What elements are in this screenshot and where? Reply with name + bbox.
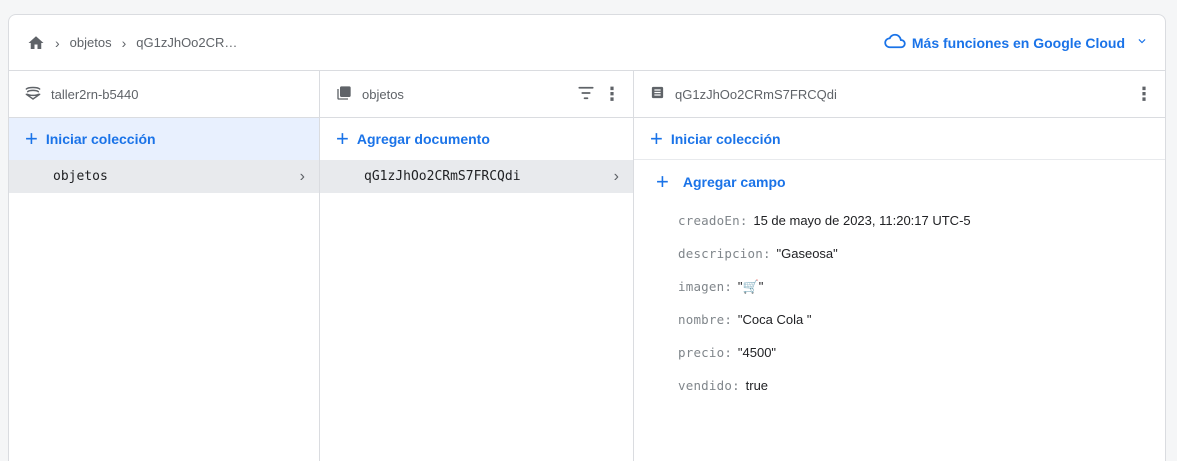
collection-header-actions: ⋮ bbox=[577, 85, 621, 103]
field-key: nombre bbox=[678, 312, 725, 327]
data-columns: taller2rn-b5440 + Iniciar colección obje… bbox=[9, 71, 1165, 461]
field-value: 15 de mayo de 2023, 11:20:17 UTC-5 bbox=[753, 213, 971, 228]
breadcrumb-chevron-icon: › bbox=[121, 34, 127, 51]
field-separator: : bbox=[724, 279, 732, 294]
field-separator: : bbox=[732, 378, 740, 393]
document-header-actions: ⋮ bbox=[1135, 85, 1153, 103]
document-icon bbox=[650, 85, 665, 103]
field-separator: : bbox=[724, 312, 732, 327]
filter-icon[interactable] bbox=[577, 86, 595, 103]
document-title: qG1zJhOo2CRmS7FRCQdi bbox=[675, 86, 837, 102]
plus-icon: + bbox=[336, 126, 349, 151]
list-item[interactable]: qG1zJhOo2CRmS7FRCQdi › bbox=[320, 160, 633, 193]
add-field-button[interactable]: + Agregar campo bbox=[634, 160, 1165, 204]
more-vert-icon[interactable]: ⋮ bbox=[1135, 85, 1153, 103]
field-separator: : bbox=[762, 246, 771, 261]
database-icon bbox=[25, 86, 41, 103]
field-key: descripcion bbox=[678, 246, 763, 261]
add-field-label: Agregar campo bbox=[682, 174, 786, 190]
plus-icon: + bbox=[25, 126, 38, 151]
firestore-panel: › objetos › qG1zJhOo2CR… Más funciones e… bbox=[8, 14, 1166, 461]
start-collection-button[interactable]: + Iniciar colección bbox=[9, 118, 319, 160]
document-column: qG1zJhOo2CRmS7FRCQdi ⋮ + Iniciar colecci… bbox=[634, 71, 1165, 461]
root-column-header: taller2rn-b5440 bbox=[9, 71, 319, 118]
field-value: "Coca Cola " bbox=[737, 312, 812, 327]
breadcrumb-item-collection[interactable]: objetos bbox=[70, 35, 112, 50]
collection-column: objetos ⋮ + Agregar documento qG1zJhOo2C… bbox=[320, 71, 634, 461]
top-bar: › objetos › qG1zJhOo2CR… Más funciones e… bbox=[9, 15, 1165, 71]
field-key: imagen bbox=[678, 279, 725, 294]
field-row[interactable]: vendido: true bbox=[634, 369, 1165, 402]
field-row[interactable]: nombre: "Coca Cola " bbox=[634, 303, 1165, 336]
chevron-down-icon bbox=[1135, 34, 1149, 51]
document-id: qG1zJhOo2CRmS7FRCQdi bbox=[364, 169, 521, 184]
document-column-header: qG1zJhOo2CRmS7FRCQdi ⋮ bbox=[634, 71, 1165, 118]
field-separator: : bbox=[739, 213, 748, 228]
collection-name: objetos bbox=[53, 169, 108, 184]
field-value: true bbox=[745, 378, 769, 393]
plus-icon: + bbox=[656, 169, 669, 194]
field-row[interactable]: descripcion: "Gaseosa" bbox=[634, 237, 1165, 270]
chevron-right-icon: › bbox=[299, 167, 305, 185]
list-item[interactable]: objetos › bbox=[9, 160, 319, 193]
chevron-right-icon: › bbox=[613, 167, 619, 185]
add-document-label: Agregar documento bbox=[356, 131, 490, 147]
field-list: creadoEn: 15 de mayo de 2023, 11:20:17 U… bbox=[634, 204, 1165, 402]
google-cloud-link[interactable]: Más funciones en Google Cloud bbox=[884, 33, 1149, 52]
field-row[interactable]: imagen: "🛒" bbox=[634, 270, 1165, 303]
breadcrumb: › objetos › qG1zJhOo2CR… bbox=[27, 34, 237, 52]
add-document-button[interactable]: + Agregar documento bbox=[320, 118, 633, 160]
collection-column-header: objetos ⋮ bbox=[320, 71, 633, 118]
start-collection-label: Iniciar colección bbox=[45, 131, 156, 147]
google-cloud-link-label: Más funciones en Google Cloud bbox=[911, 34, 1125, 51]
collection-icon bbox=[336, 85, 352, 104]
cloud-icon bbox=[884, 33, 906, 52]
field-key: vendido bbox=[678, 378, 733, 393]
field-row[interactable]: creadoEn: 15 de mayo de 2023, 11:20:17 U… bbox=[634, 204, 1165, 237]
home-icon[interactable] bbox=[27, 34, 45, 52]
field-value: "Gaseosa" bbox=[776, 246, 838, 261]
more-vert-icon[interactable]: ⋮ bbox=[603, 85, 621, 103]
plus-icon: + bbox=[650, 125, 663, 151]
project-title: taller2rn-b5440 bbox=[51, 86, 139, 102]
collection-title: objetos bbox=[362, 86, 404, 102]
field-value: "🛒" bbox=[737, 278, 764, 294]
start-subcollection-label: Iniciar colección bbox=[670, 130, 781, 147]
field-key: creadoEn bbox=[678, 213, 740, 228]
field-key: precio bbox=[678, 345, 725, 360]
root-column: taller2rn-b5440 + Iniciar colección obje… bbox=[9, 71, 320, 461]
field-row[interactable]: precio: "4500" bbox=[634, 336, 1165, 369]
breadcrumb-chevron-icon: › bbox=[55, 34, 60, 51]
field-separator: : bbox=[724, 345, 732, 360]
field-value: "4500" bbox=[737, 345, 777, 360]
breadcrumb-item-document[interactable]: qG1zJhOo2CR… bbox=[136, 35, 237, 50]
start-subcollection-button[interactable]: + Iniciar colección bbox=[634, 118, 1165, 160]
